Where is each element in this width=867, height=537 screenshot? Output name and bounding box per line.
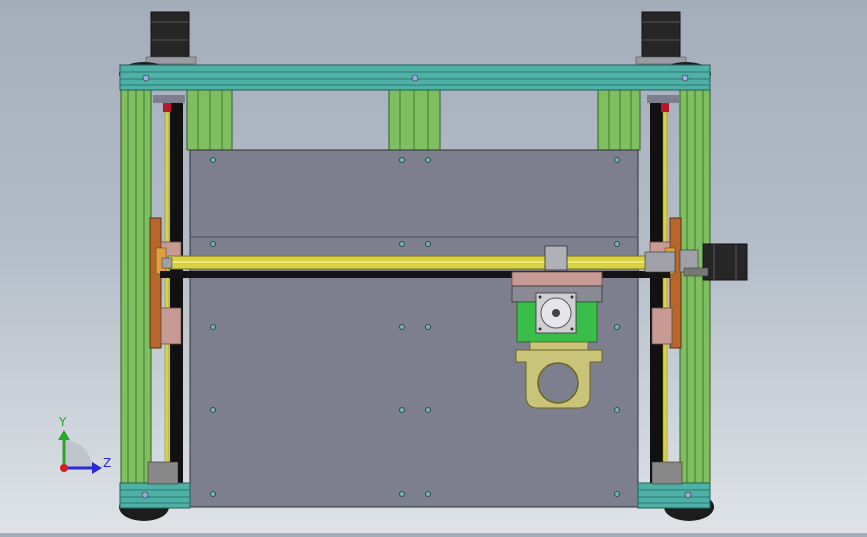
orientation-triad: Y Z bbox=[58, 415, 111, 474]
top-crossbeam bbox=[119, 64, 711, 91]
plate-bolt bbox=[614, 241, 620, 247]
plate-bolt bbox=[399, 241, 405, 247]
plate-bolt bbox=[614, 157, 620, 163]
y-axis-label: Y bbox=[58, 415, 67, 429]
plate-bolt bbox=[210, 324, 216, 330]
left-outer-upright bbox=[120, 87, 152, 489]
plate-bolt bbox=[399, 491, 405, 497]
plate-bolt bbox=[210, 491, 216, 497]
x-axis-dot bbox=[60, 464, 68, 472]
plate-bolt bbox=[425, 241, 431, 247]
plate-bolt bbox=[210, 241, 216, 247]
inner-posts bbox=[186, 89, 641, 151]
plate-bolt bbox=[425, 407, 431, 413]
plate-bolt bbox=[399, 324, 405, 330]
plate-bolt bbox=[614, 407, 620, 413]
top-right-stepper-motor bbox=[635, 11, 687, 65]
cad-viewport[interactable]: Y Z bbox=[0, 0, 867, 533]
plate-bolt bbox=[210, 157, 216, 163]
plate-bolt bbox=[614, 491, 620, 497]
right-outer-upright bbox=[679, 87, 711, 489]
plate-bolt bbox=[399, 407, 405, 413]
plate-bolt bbox=[399, 157, 405, 163]
plate-bolt bbox=[210, 407, 216, 413]
z-axis-label: Z bbox=[103, 456, 111, 470]
plate-bolt bbox=[425, 324, 431, 330]
plate-bolt bbox=[425, 157, 431, 163]
plate-bolt bbox=[425, 491, 431, 497]
plate-bolt bbox=[614, 324, 620, 330]
top-left-stepper-motor bbox=[145, 11, 197, 65]
